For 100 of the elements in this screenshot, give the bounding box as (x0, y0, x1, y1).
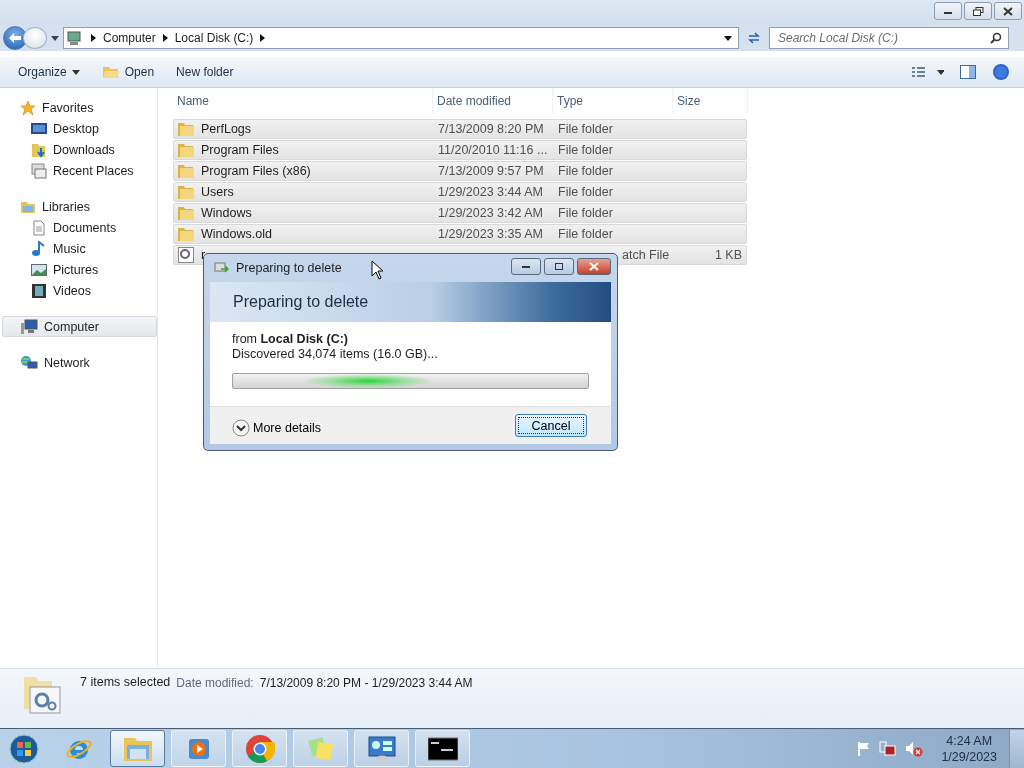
computer-icon (20, 318, 38, 335)
preview-pane-button[interactable] (958, 63, 978, 81)
search-input[interactable]: Search Local Disk (C:) (778, 31, 990, 45)
type-cell: File folder (558, 164, 613, 178)
folder-icon (178, 143, 194, 157)
size-cell: 1 KB (714, 248, 742, 262)
star-icon (20, 99, 36, 116)
sidebar-item[interactable]: Pictures (0, 259, 157, 280)
close-icon (1003, 6, 1013, 16)
toolbar-button[interactable]: Organize (9, 61, 89, 83)
windows-stack-icon (31, 162, 47, 179)
desktop-icon (31, 121, 47, 136)
folder-icon (178, 227, 194, 241)
dialog-title: Preparing to delete (236, 261, 342, 275)
sidebar-item[interactable]: Documents (0, 217, 157, 238)
date-cell: 1/29/2023 3:42 AM (438, 206, 543, 220)
breadcrumb-arrow-icon[interactable] (260, 34, 266, 42)
date-cell: 11/20/2010 11:16 ... (438, 143, 548, 157)
file-name: Windows (201, 206, 252, 220)
breadcrumb-arrow-icon[interactable] (91, 34, 96, 42)
back-button[interactable] (3, 26, 27, 50)
file-row[interactable]: Users 1/29/2023 3:44 AM File folder (173, 182, 747, 202)
date-modified-value: 7/13/2009 8:20 PM - 1/29/2023 3:44 AM (259, 676, 473, 690)
chevron-down-icon (232, 418, 250, 437)
sticky-notes-icon (306, 735, 335, 762)
column-header[interactable]: Date modified (433, 88, 553, 114)
delete-icon (214, 261, 230, 275)
type-cell: File folder (558, 122, 613, 136)
pane-icon (960, 65, 976, 79)
more-details-button[interactable]: More details (232, 418, 322, 437)
column-header[interactable]: Type (553, 88, 673, 114)
close-icon (589, 261, 599, 271)
type-cell: File folder (558, 143, 613, 157)
terminal-icon (427, 736, 458, 761)
sidebar-item[interactable]: Music (0, 238, 157, 259)
history-dropdown-icon[interactable] (51, 35, 59, 41)
toolbar-button[interactable]: New folder (167, 61, 243, 83)
minimize-icon (521, 263, 531, 269)
folder-icon (101, 65, 120, 79)
close-button[interactable] (994, 2, 1022, 20)
maximize-button[interactable] (544, 257, 574, 275)
view-options-button[interactable] (910, 64, 946, 80)
restore-icon (972, 6, 984, 16)
dialog-heading: Preparing to delete (233, 293, 369, 311)
file-row[interactable]: Program Files 11/20/2010 11:16 ... File folder (173, 140, 747, 160)
date-cell: 1/29/2023 3:35 AM (438, 227, 543, 241)
file-row[interactable]: Program Files (x86) 7/13/2009 9:57 PM File folder (173, 161, 747, 181)
file-name: Users (201, 185, 234, 199)
selection-count: 7 items selected (80, 675, 171, 689)
folder-icon (178, 206, 194, 220)
windows-logo (9, 733, 39, 764)
type-cell: File folder (558, 227, 613, 241)
column-header[interactable]: Size (673, 88, 748, 114)
toolbar-button[interactable]: Open (92, 61, 164, 83)
source-text: from Local Disk (C:) (232, 332, 349, 347)
address-dropdown-icon[interactable] (724, 35, 732, 41)
restore-button[interactable] (964, 2, 992, 20)
mouse-cursor-icon (371, 260, 384, 280)
progress-text: Discovered 34,074 items (16.0 GB)... (232, 347, 439, 362)
caret-icon (71, 69, 80, 75)
type-cell: File folder (558, 206, 613, 220)
forward-button[interactable] (23, 27, 47, 49)
sidebar-item[interactable]: Network (0, 352, 157, 373)
folder-icon (178, 164, 194, 178)
cancel-button[interactable]: Cancel (515, 414, 587, 437)
search-icon[interactable] (990, 32, 1002, 44)
sidebar-item[interactable]: Desktop (0, 118, 157, 139)
sidebar-item[interactable]: Favorites (0, 97, 157, 118)
sidebar-item[interactable]: Downloads (0, 139, 157, 160)
sidebar-item[interactable]: Computer (2, 316, 157, 337)
file-name: Program Files (x86) (201, 164, 311, 178)
sidebar-item[interactable]: Videos (0, 280, 157, 301)
download-folder-icon (31, 141, 47, 158)
help-icon (992, 63, 1010, 81)
search-field[interactable]: Search Local Disk (C:) (769, 27, 1009, 49)
file-name: Windows.old (201, 227, 272, 241)
back-arrow-icon (8, 32, 22, 44)
date-cell: 7/13/2009 9:57 PM (438, 164, 544, 178)
type-cell: File folder (558, 185, 613, 199)
breadcrumb-arrow-icon[interactable] (162, 34, 168, 42)
file-row[interactable]: Windows.old 1/29/2023 3:35 AM File folder (173, 224, 747, 244)
sidebar-item[interactable]: Recent Places (0, 160, 157, 181)
file-row[interactable]: Windows 1/29/2023 3:42 AM File folder (173, 203, 747, 223)
sidebar-item[interactable]: Libraries (0, 196, 157, 217)
close-button[interactable] (577, 257, 611, 275)
network-error-icon[interactable] (879, 740, 898, 757)
breadcrumb[interactable]: Computer (103, 31, 156, 45)
minimize-button[interactable] (511, 257, 541, 275)
breadcrumb[interactable]: Local Disk (C:) (174, 31, 254, 45)
file-row[interactable]: PerfLogs 7/13/2009 8:20 PM File folder (173, 119, 747, 139)
help-button[interactable] (990, 61, 1012, 83)
clock[interactable]: 4:24 AM 1/29/2023 (941, 732, 997, 765)
files-icon (22, 675, 62, 715)
control-panel-icon (366, 734, 397, 763)
minimize-button[interactable] (934, 2, 962, 20)
address-bar[interactable]: Computer Local Disk (C:) (63, 27, 739, 49)
volume-muted-icon[interactable] (905, 740, 924, 757)
folder-icon (178, 185, 194, 199)
column-header[interactable]: Name (173, 88, 433, 114)
landscape-picture-icon (31, 262, 47, 277)
